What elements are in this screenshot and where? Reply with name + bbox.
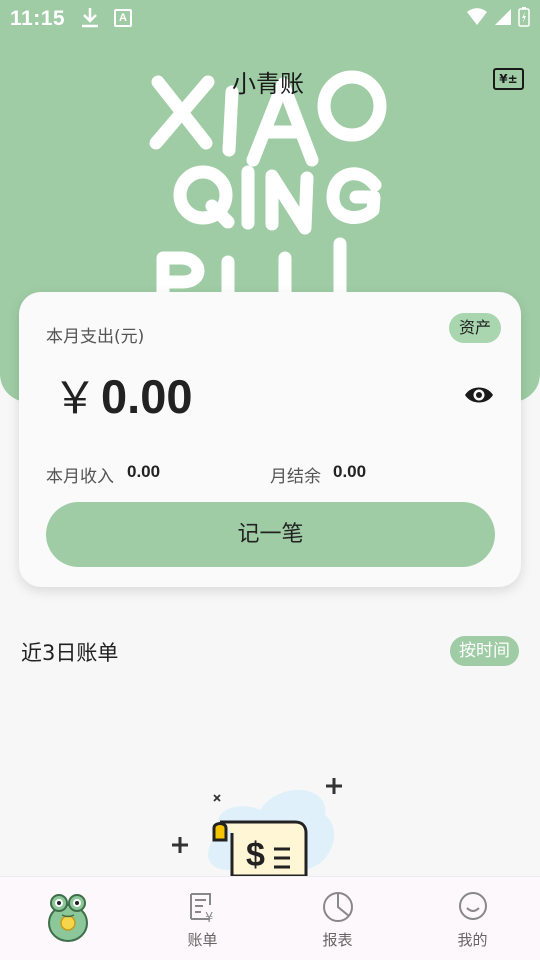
nav-item-reports[interactable]: 报表	[270, 877, 405, 960]
keyboard-a-icon: A	[114, 9, 132, 27]
svg-text:¥: ¥	[205, 911, 213, 923]
wifi-icon	[466, 8, 488, 31]
eye-icon[interactable]	[464, 384, 494, 406]
nav-label-reports: 报表	[322, 931, 353, 949]
bill-icon: ¥	[187, 891, 219, 927]
pie-chart-icon	[322, 891, 354, 927]
expense-amount-value: 0.00	[101, 370, 193, 423]
status-time: 11:15	[10, 7, 66, 30]
nav-label-bills: 账单	[187, 931, 218, 949]
nav-item-profile[interactable]: 我的	[405, 877, 540, 960]
cell-signal-icon	[494, 8, 512, 31]
frog-mascot-icon	[46, 893, 90, 947]
sort-by-time-button[interactable]: 按时间	[450, 636, 519, 666]
app-title: 小青账	[232, 70, 304, 98]
svg-text:$: $	[246, 836, 265, 874]
smiley-icon	[458, 891, 488, 925]
download-icon	[80, 6, 100, 35]
status-bar: 11:15 A	[0, 0, 540, 36]
asset-button[interactable]: 资产	[448, 313, 501, 343]
nav-item-bills[interactable]: ¥ 账单	[135, 877, 270, 960]
empty-bills-illustration: $	[172, 778, 342, 876]
nav-label-profile: 我的	[457, 931, 488, 949]
balance-value: 0.00	[333, 462, 367, 481]
nav-item-home[interactable]	[0, 877, 135, 960]
expense-amount: ￥0.00	[53, 362, 192, 426]
bottom-navigation: ¥ 账单 报表 我的	[0, 876, 540, 960]
currency-symbol: ￥	[53, 374, 97, 423]
wallet-icon[interactable]: ¥±	[493, 68, 524, 90]
monthly-summary-card: 本月支出(元) 资产 ￥0.00 本月收入 0.00 月结余 0.00 记一笔	[19, 292, 521, 587]
expense-label: 本月支出(元)	[46, 327, 145, 347]
income-value: 0.00	[127, 462, 161, 481]
battery-icon	[518, 7, 530, 32]
record-entry-button[interactable]: 记一笔	[46, 502, 495, 567]
balance-label: 月结余	[270, 467, 321, 487]
income-label: 本月收入	[46, 467, 114, 487]
recent-bills-title: 近3日账单	[21, 641, 119, 665]
